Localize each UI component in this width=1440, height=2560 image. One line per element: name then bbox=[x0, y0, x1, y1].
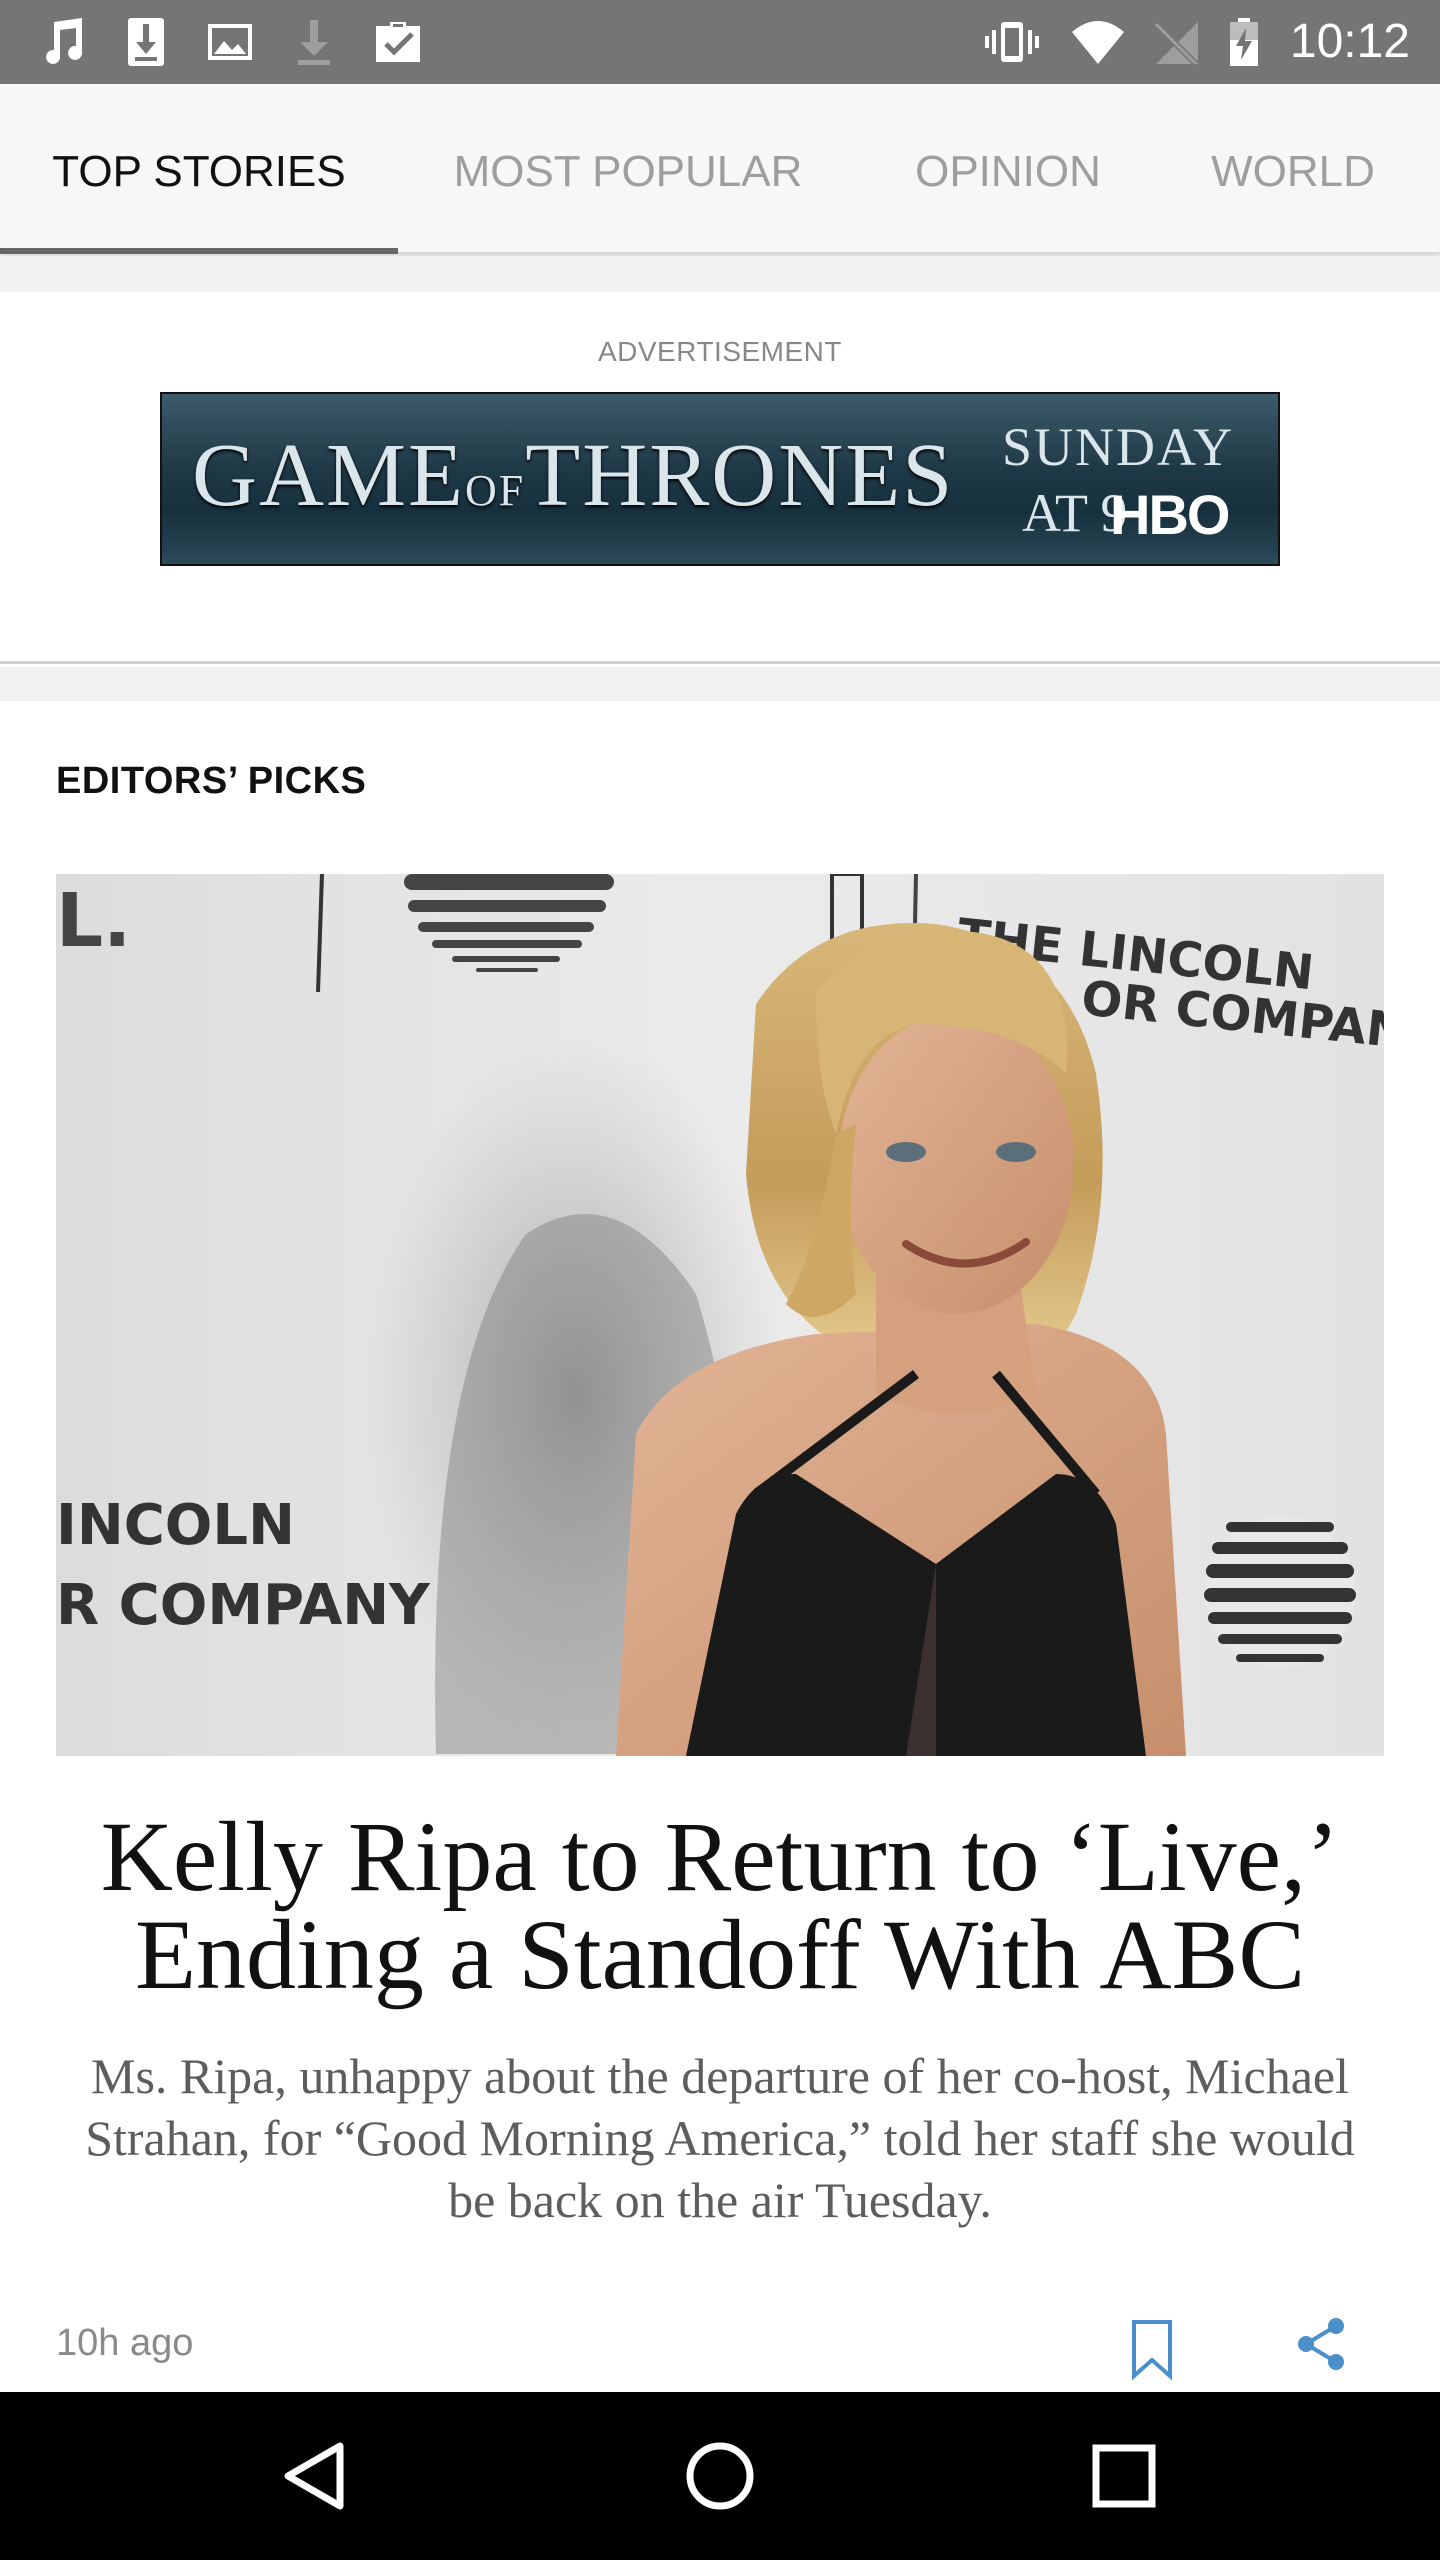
no-sim-icon bbox=[1153, 21, 1199, 67]
article-photo[interactable]: L. THE LINCOLN OR COMPANY INCOLN R COMPA… bbox=[56, 874, 1384, 1756]
system-navigation-bar bbox=[0, 2392, 1440, 2560]
recents-icon[interactable] bbox=[1082, 2434, 1166, 2518]
section-divider bbox=[0, 667, 1440, 701]
ad-label: ADVERTISEMENT bbox=[597, 336, 843, 367]
section-tab-bar: TOP STORIES MOST POPULAR OPINION WORLD bbox=[0, 84, 1440, 254]
tab-most-popular[interactable]: MOST POPULAR bbox=[398, 84, 858, 254]
svg-text:INCOLN: INCOLN bbox=[56, 1493, 295, 1558]
article-photo-illustration: L. THE LINCOLN OR COMPANY INCOLN R COMPA… bbox=[56, 874, 1384, 1756]
ad-banner-day: SUNDAY bbox=[1002, 417, 1235, 477]
vibrate-icon bbox=[985, 22, 1039, 62]
bookmark-icon[interactable] bbox=[1128, 2318, 1176, 2380]
tab-world[interactable]: WORLD bbox=[1158, 84, 1428, 254]
briefcase-check-icon bbox=[376, 22, 420, 62]
status-bar: 10:12 bbox=[0, 0, 1440, 84]
svg-text:L.: L. bbox=[56, 878, 131, 964]
download-box-icon bbox=[128, 18, 164, 66]
article-headline[interactable]: Kelly Ripa to Return to ‘Live,’ Ending a… bbox=[40, 1807, 1400, 2005]
tab-opinion[interactable]: OPINION bbox=[858, 84, 1158, 254]
article-summary[interactable]: Ms. Ripa, unhappy about the departure of… bbox=[60, 2045, 1380, 2231]
ad-banner-title: GAMEOFTHRONES bbox=[192, 426, 955, 525]
active-tab-indicator bbox=[0, 248, 398, 254]
battery-icon bbox=[1230, 18, 1258, 66]
tab-top-stories[interactable]: TOP STORIES bbox=[0, 84, 398, 254]
ad-section: ADVERTISEMENT GAMEOFTHRONES SUNDAY AT 9 … bbox=[0, 292, 1440, 664]
article-timestamp: 10h ago bbox=[56, 2322, 194, 2364]
section-title: EDITORS’ PICKS bbox=[56, 760, 367, 802]
home-icon[interactable] bbox=[678, 2434, 762, 2518]
share-icon[interactable] bbox=[1294, 2316, 1350, 2372]
image-icon bbox=[208, 24, 252, 60]
svg-text:R COMPANY: R COMPANY bbox=[56, 1573, 431, 1638]
music-note-icon bbox=[46, 18, 83, 64]
att-globe-top bbox=[404, 874, 614, 972]
back-icon[interactable] bbox=[274, 2434, 358, 2518]
status-time: 10:12 bbox=[1289, 15, 1410, 68]
section-divider bbox=[0, 256, 1440, 292]
download-arrow-icon bbox=[298, 20, 330, 65]
hbo-logo: HBO bbox=[1110, 483, 1230, 546]
ad-banner[interactable]: GAMEOFTHRONES SUNDAY AT 9 HBO bbox=[160, 392, 1280, 566]
wifi-icon bbox=[1072, 21, 1124, 64]
att-globe-bottom bbox=[1204, 1516, 1356, 1668]
